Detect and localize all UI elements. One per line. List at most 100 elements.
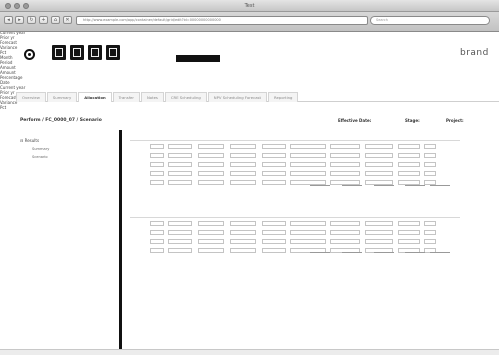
grid-cell[interactable] bbox=[262, 180, 286, 185]
back-button[interactable]: ◂ bbox=[4, 16, 13, 24]
grid-cell[interactable] bbox=[230, 180, 256, 185]
grid-cell[interactable] bbox=[424, 162, 436, 167]
grid-cell[interactable] bbox=[262, 144, 286, 149]
grid-cell[interactable] bbox=[290, 144, 326, 149]
grid-cell[interactable] bbox=[290, 230, 326, 235]
tree-root[interactable]: ⊟ Results bbox=[20, 138, 39, 143]
grid-cell[interactable] bbox=[150, 144, 164, 149]
grid-cell[interactable] bbox=[168, 239, 192, 244]
grid-cell[interactable] bbox=[262, 248, 286, 253]
grid-cell[interactable] bbox=[198, 221, 224, 226]
grid-cell[interactable] bbox=[230, 230, 256, 235]
tab-cre-scheduling[interactable]: CRE Scheduling bbox=[164, 92, 207, 102]
tab-npv-scheduling-forecast[interactable]: NPV Scheduling Forecast bbox=[207, 92, 267, 102]
tree-item-summary[interactable]: Summary bbox=[32, 147, 49, 151]
grid-cell[interactable] bbox=[365, 230, 393, 235]
add-bookmark-button[interactable]: + bbox=[39, 16, 48, 24]
grid-cell[interactable] bbox=[262, 153, 286, 158]
grid-cell[interactable] bbox=[290, 171, 326, 176]
grid-cell[interactable] bbox=[168, 171, 192, 176]
grid-cell[interactable] bbox=[262, 162, 286, 167]
grid-cell[interactable] bbox=[168, 162, 192, 167]
grid-cell[interactable] bbox=[230, 144, 256, 149]
grid-cell[interactable] bbox=[262, 221, 286, 226]
grid-cell[interactable] bbox=[150, 171, 164, 176]
reload-button[interactable]: ↻ bbox=[27, 16, 36, 24]
tab-notes[interactable]: Notes bbox=[140, 92, 164, 102]
grid-cell[interactable] bbox=[198, 153, 224, 158]
grid-cell[interactable] bbox=[198, 239, 224, 244]
grid-cell[interactable] bbox=[365, 171, 393, 176]
address-bar[interactable]: http://www.example.com/app/container/def… bbox=[76, 16, 368, 25]
grid-cell[interactable] bbox=[198, 171, 224, 176]
grid-cell[interactable] bbox=[398, 230, 420, 235]
search-field[interactable]: Search bbox=[370, 16, 490, 25]
grid-cell[interactable] bbox=[398, 221, 420, 226]
grid-cell[interactable] bbox=[230, 153, 256, 158]
grid-cell[interactable] bbox=[398, 239, 420, 244]
grid-cell[interactable] bbox=[330, 144, 360, 149]
grid-cell[interactable] bbox=[168, 221, 192, 226]
grid-cell[interactable] bbox=[230, 221, 256, 226]
grid-cell[interactable] bbox=[168, 248, 192, 253]
grid-cell[interactable] bbox=[230, 171, 256, 176]
grid-cell[interactable] bbox=[398, 162, 420, 167]
user-field[interactable] bbox=[176, 55, 220, 62]
grid-cell[interactable] bbox=[330, 171, 360, 176]
grid-cell[interactable] bbox=[198, 144, 224, 149]
grid-cell[interactable] bbox=[168, 153, 192, 158]
grid-cell[interactable] bbox=[330, 162, 360, 167]
user-icon[interactable] bbox=[88, 45, 102, 60]
grid-cell[interactable] bbox=[290, 239, 326, 244]
grid-cell[interactable] bbox=[150, 153, 164, 158]
stop-button[interactable]: ✕ bbox=[63, 16, 72, 24]
grid-cell[interactable] bbox=[424, 221, 436, 226]
grid-cell[interactable] bbox=[424, 153, 436, 158]
grid-cell[interactable] bbox=[150, 248, 164, 253]
grid-cell[interactable] bbox=[168, 230, 192, 235]
grid-cell[interactable] bbox=[230, 248, 256, 253]
grid-cell[interactable] bbox=[198, 248, 224, 253]
grid-cell[interactable] bbox=[330, 221, 360, 226]
grid-cell[interactable] bbox=[150, 221, 164, 226]
grid-cell[interactable] bbox=[262, 171, 286, 176]
grid-cell[interactable] bbox=[198, 230, 224, 235]
grid-cell[interactable] bbox=[230, 162, 256, 167]
panel-splitter[interactable] bbox=[119, 130, 122, 352]
grid-cell[interactable] bbox=[150, 239, 164, 244]
grid-cell[interactable] bbox=[150, 180, 164, 185]
grid-cell[interactable] bbox=[424, 230, 436, 235]
grid-cell[interactable] bbox=[398, 144, 420, 149]
home-icon[interactable] bbox=[52, 45, 66, 60]
grid-cell[interactable] bbox=[398, 153, 420, 158]
grid-cell[interactable] bbox=[290, 153, 326, 158]
tab-transfer[interactable]: Transfer bbox=[112, 92, 140, 102]
grid-cell[interactable] bbox=[365, 153, 393, 158]
grid-cell[interactable] bbox=[230, 239, 256, 244]
tab-reporting[interactable]: Reporting bbox=[268, 92, 299, 102]
grid-cell[interactable] bbox=[262, 239, 286, 244]
tree-item-scenario[interactable]: Scenario bbox=[32, 155, 48, 159]
forward-button[interactable]: ▸ bbox=[15, 16, 24, 24]
save-icon[interactable] bbox=[106, 45, 120, 60]
grid-cell[interactable] bbox=[330, 153, 360, 158]
tab-allocation[interactable]: Allocation bbox=[78, 92, 112, 102]
tab-summary[interactable]: Summary bbox=[46, 92, 78, 102]
grid-cell[interactable] bbox=[424, 144, 436, 149]
grid-cell[interactable] bbox=[150, 230, 164, 235]
grid-cell[interactable] bbox=[330, 239, 360, 244]
grid-cell[interactable] bbox=[150, 162, 164, 167]
grid-cell[interactable] bbox=[262, 230, 286, 235]
grid-cell[interactable] bbox=[198, 180, 224, 185]
grid-cell[interactable] bbox=[365, 221, 393, 226]
grid-cell[interactable] bbox=[424, 171, 436, 176]
grid-cell[interactable] bbox=[290, 221, 326, 226]
grid-cell[interactable] bbox=[168, 180, 192, 185]
grid-cell[interactable] bbox=[365, 144, 393, 149]
grid-cell[interactable] bbox=[365, 162, 393, 167]
home-button[interactable]: ⌂ bbox=[51, 16, 60, 24]
grid-cell[interactable] bbox=[398, 171, 420, 176]
grid-cell[interactable] bbox=[290, 162, 326, 167]
tab-overview[interactable]: Overview bbox=[16, 92, 46, 102]
grid-cell[interactable] bbox=[330, 230, 360, 235]
